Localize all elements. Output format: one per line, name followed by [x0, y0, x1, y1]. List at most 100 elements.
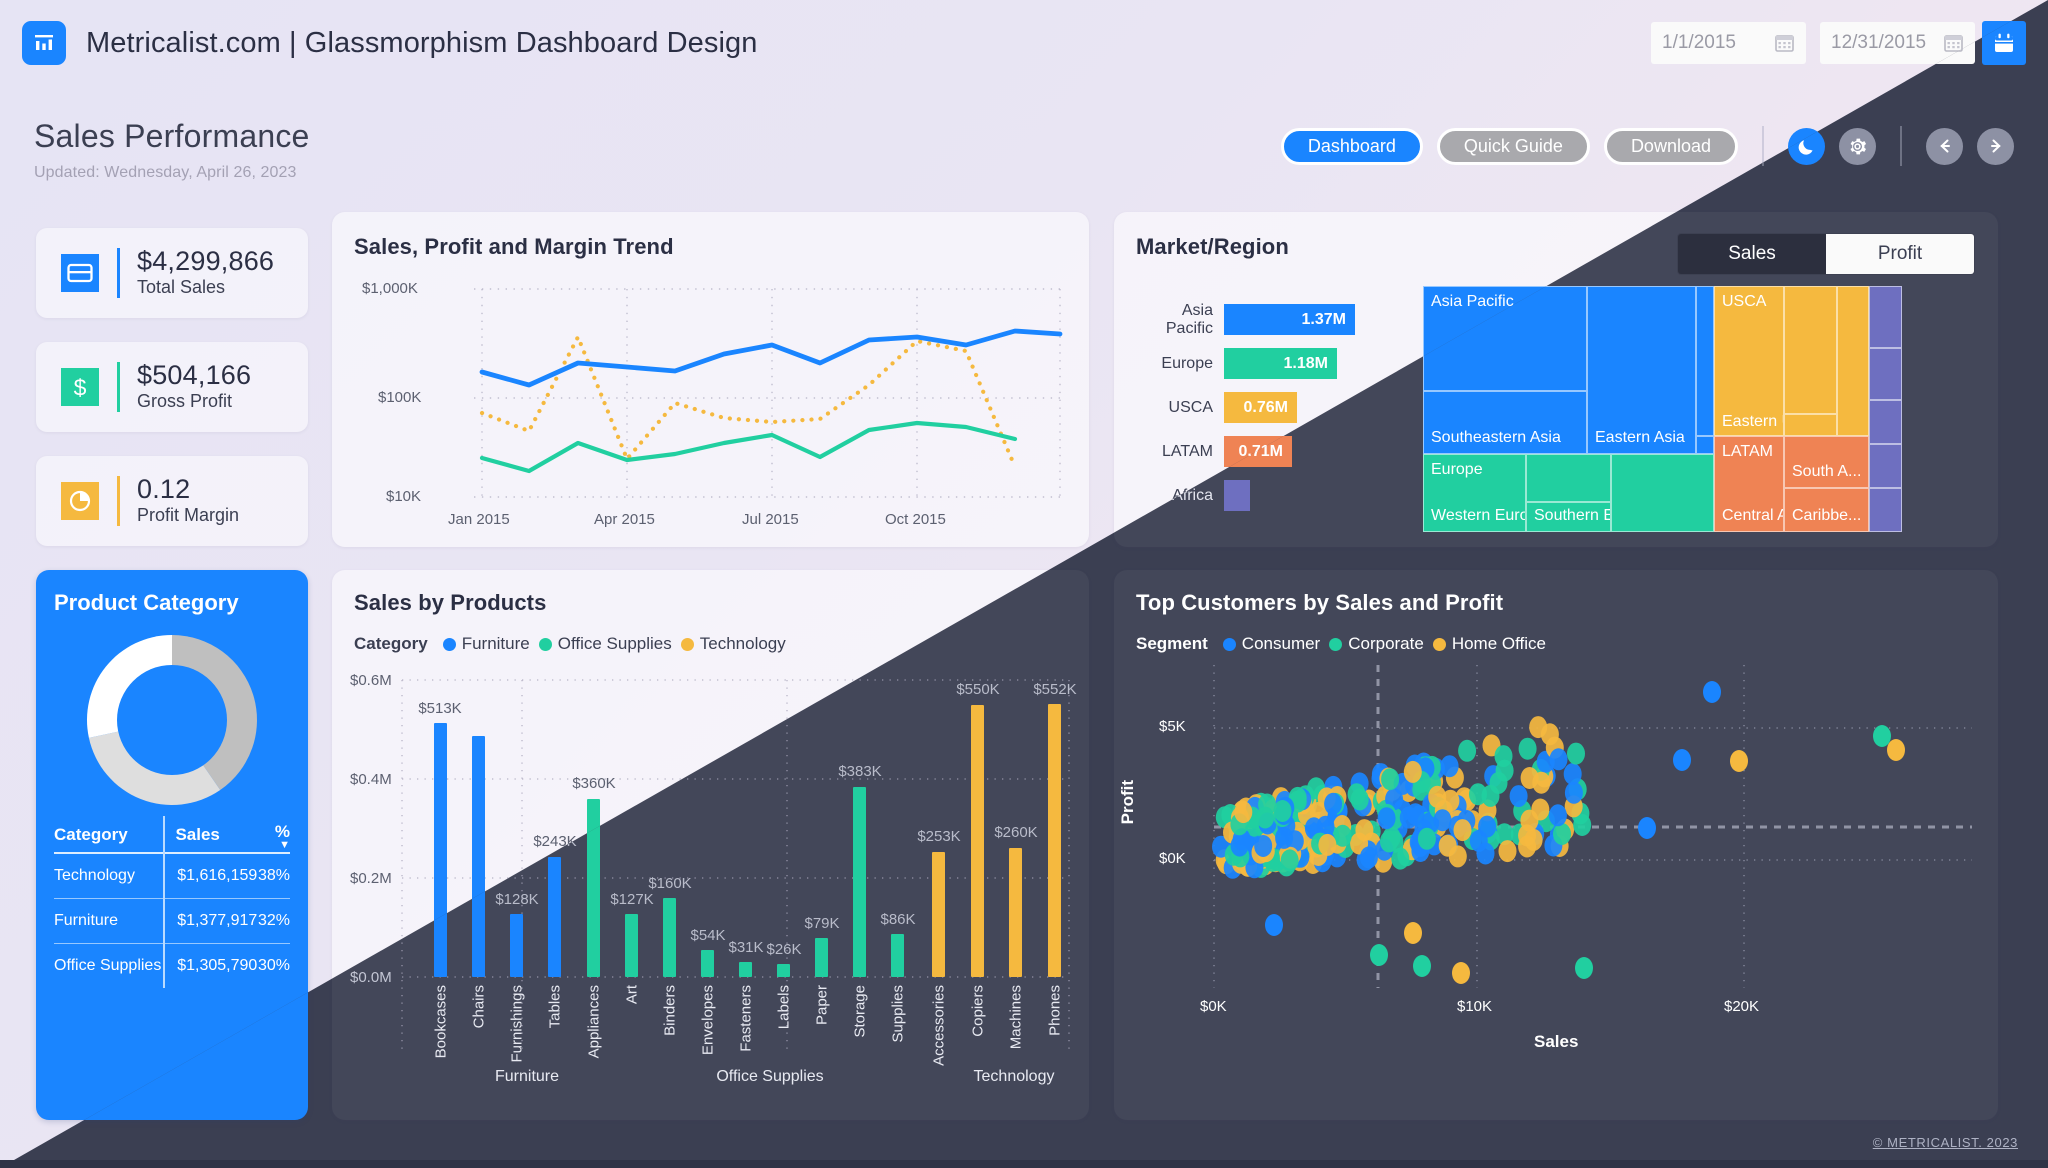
bar-tables[interactable] [548, 857, 561, 977]
bar-label-accessories: $253K [917, 828, 961, 845]
kpi-card-total-sales[interactable]: $4,299,866 Total Sales [36, 228, 308, 318]
dollar-icon: $ [58, 365, 102, 409]
kpi-card-gross-profit[interactable]: $ $504,166 Gross Profit [36, 342, 308, 432]
footer-copyright-link[interactable]: © METRICALIST. 2023 [1873, 1135, 2018, 1150]
bar-label-machines: $260K [994, 824, 1038, 841]
treemap-cell[interactable]: Eastern Asia [1587, 286, 1696, 454]
x-tick-jan: Jan 2015 [448, 511, 510, 528]
region-bar-value [1224, 480, 1250, 511]
x-tick-oct: Oct 2015 [885, 511, 946, 528]
bar-storage[interactable] [853, 787, 866, 977]
bar-machines[interactable] [1009, 848, 1022, 977]
product-category-donut [86, 635, 257, 805]
bar-fasteners[interactable] [739, 962, 752, 977]
treemap-label: Asia Pacific [1431, 293, 1514, 310]
region-treemap: Asia Pacific Southeastern Asia Eastern A… [1423, 286, 1986, 532]
xcat-chairs: Chairs [470, 985, 488, 1029]
xcat-furnishings: Furnishings [508, 985, 526, 1063]
treemap-cell[interactable] [1869, 348, 1902, 400]
treemap-cell[interactable] [1784, 286, 1837, 414]
y-tick-100k: $100K [378, 389, 422, 406]
column-header-category[interactable]: Category [54, 816, 164, 853]
kpi-label: Total Sales [137, 277, 226, 298]
treemap-cell[interactable]: USCA Eastern US [1714, 286, 1784, 436]
treemap-cell[interactable] [1784, 414, 1837, 436]
panel-title: Product Category [54, 590, 239, 615]
treemap-label: Western Europe [1431, 507, 1525, 524]
table-row[interactable]: Furniture $1,377,917 32% [54, 898, 290, 944]
treemap-cell[interactable] [1869, 286, 1902, 348]
kpi-label: Gross Profit [137, 391, 233, 412]
bar-label-bookcases: $513K [418, 700, 462, 717]
xgroup-technology: Technology [973, 1068, 1055, 1085]
x-axis-title: Sales [1534, 1032, 1579, 1051]
treemap-cell[interactable] [1869, 400, 1902, 444]
bar-binders[interactable] [663, 898, 676, 977]
calendar-icon [1775, 35, 1794, 52]
treemap-cell[interactable]: Southeastern Asia [1423, 391, 1587, 454]
treemap-cell[interactable] [1696, 286, 1714, 436]
treemap-cell[interactable] [1611, 454, 1714, 532]
nav-next-button[interactable] [1977, 127, 2014, 165]
treemap-label: USCA [1722, 293, 1767, 310]
region-bar-value: 0.76M [1224, 392, 1297, 423]
bar-phones[interactable] [1048, 704, 1061, 977]
column-header-percent[interactable]: % ▼ [257, 816, 290, 853]
toggle-profit[interactable]: Profit [1826, 234, 1974, 274]
treemap-cell[interactable] [1526, 454, 1611, 502]
x-tick-0k: $0K [1200, 998, 1227, 1015]
toggle-sales[interactable]: Sales [1678, 234, 1826, 274]
y-tick-5k: $5K [1159, 718, 1186, 735]
region-bar-row[interactable]: Europe 1.18M [1132, 348, 1422, 379]
treemap-cell[interactable]: Europe Western Europe [1423, 454, 1526, 532]
y-axis-title: Profit [1118, 780, 1137, 825]
cell-category: Office Supplies [54, 943, 165, 988]
nav-previous-button[interactable] [1926, 127, 1963, 165]
bar-accessories[interactable] [932, 852, 945, 977]
y-tick-0k: $0K [1159, 850, 1186, 867]
top-customers-panel: Top Customers by Sales and Profit Segmen… [1114, 570, 1998, 1120]
treemap-cell[interactable]: Southern Euro... [1526, 502, 1611, 532]
x-tick-apr: Apr 2015 [594, 511, 655, 528]
xcat-envelopes: Envelopes [699, 985, 717, 1056]
divider [1900, 126, 1902, 166]
treemap-cell[interactable]: South A... [1784, 436, 1869, 488]
tab-download[interactable]: Download [1603, 127, 1738, 165]
bar-art[interactable] [625, 914, 638, 977]
treemap-cell[interactable] [1696, 436, 1714, 454]
bar-supplies[interactable] [891, 934, 904, 977]
settings-button[interactable] [1839, 127, 1876, 165]
tab-dashboard[interactable]: Dashboard [1280, 127, 1423, 165]
bar-copiers[interactable] [971, 705, 984, 977]
xcat-art: Art [623, 985, 641, 1005]
treemap-cell[interactable] [1869, 488, 1902, 532]
sales-profit-toggle[interactable]: Sales Profit [1678, 234, 1974, 274]
bar-paper[interactable] [815, 938, 828, 977]
table-row[interactable]: Technology $1,616,159 38% [54, 852, 290, 899]
date-from-field[interactable]: 1/1/2015 [1651, 22, 1806, 64]
bar-labels[interactable] [777, 964, 790, 977]
svg-text:$: $ [74, 375, 87, 401]
treemap-cell[interactable] [1837, 286, 1869, 436]
kpi-value: 0.12 [137, 474, 191, 505]
pie-icon [58, 479, 102, 523]
page-title: Sales Performance [34, 118, 310, 154]
bar-envelopes[interactable] [701, 950, 714, 977]
cell-sales: $1,616,159 [163, 852, 258, 899]
tab-quick-guide[interactable]: Quick Guide [1436, 127, 1590, 165]
bar-label-supplies: $86K [880, 911, 916, 928]
xcat-paper: Paper [813, 985, 831, 1026]
app-logo [22, 21, 66, 65]
cell-category: Furniture [54, 898, 165, 944]
treemap-cell[interactable] [1869, 444, 1902, 488]
treemap-cell[interactable]: LATAM Central Am... [1714, 436, 1784, 532]
panel-title: Market/Region [1136, 234, 1289, 259]
treemap-cell[interactable]: Caribbe... [1784, 488, 1869, 532]
table-row[interactable]: Office Supplies $1,305,790 30% [54, 943, 290, 988]
xcat-copiers: Copiers [969, 985, 987, 1037]
kpi-card-profit-margin[interactable]: 0.12 Profit Margin [36, 456, 308, 546]
bar-furnishings[interactable] [510, 914, 523, 977]
date-from-value: 1/1/2015 [1662, 32, 1736, 53]
region-bar-row[interactable]: Asia Pacific 1.37M [1132, 302, 1422, 337]
column-header-sales[interactable]: Sales [163, 816, 258, 853]
